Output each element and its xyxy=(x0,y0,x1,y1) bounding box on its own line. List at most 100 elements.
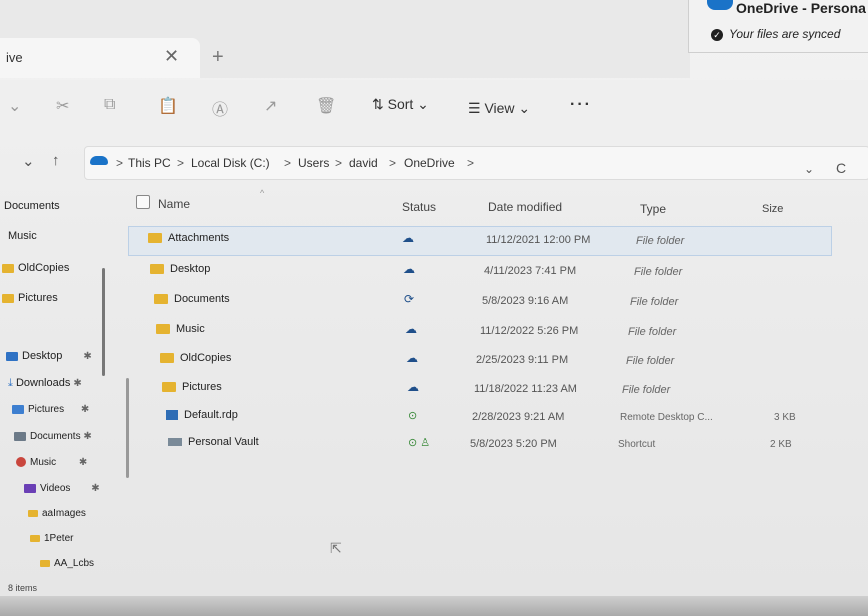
pin-icon: ✱ xyxy=(78,457,88,468)
nav-item-music[interactable]: Music xyxy=(8,230,37,242)
file-type: Remote Desktop C... xyxy=(620,412,713,423)
column-header-date[interactable]: Date modified xyxy=(488,200,562,214)
file-name[interactable]: OldCopies xyxy=(160,352,231,364)
breadcrumb-david[interactable]: david xyxy=(349,156,378,170)
cut-icon[interactable]: ✂ xyxy=(56,96,69,116)
nav-item-oldcopies[interactable]: OldCopies xyxy=(2,262,69,274)
up-arrow-icon[interactable]: ↑ xyxy=(52,152,60,169)
nav-item-label: Pictures xyxy=(28,404,65,415)
breadcrumb-users[interactable]: Users xyxy=(298,156,329,170)
new-dropdown-icon[interactable]: ⌄ xyxy=(8,96,21,116)
music-icon xyxy=(16,457,26,468)
documents-icon xyxy=(14,431,26,441)
breadcrumb-onedrive[interactable]: OneDrive xyxy=(404,156,455,170)
address-dropdown-icon[interactable]: ⌄ xyxy=(804,162,814,176)
mouse-cursor-icon: ⇱ xyxy=(330,540,342,556)
breadcrumb-separator: > xyxy=(335,156,343,170)
file-date: 2/28/2023 9:21 AM xyxy=(472,411,565,423)
cloud-status-icon: ☁ xyxy=(405,322,417,336)
column-header-status[interactable]: Status xyxy=(402,200,436,214)
cloud-status-icon: ☁ xyxy=(407,380,419,394)
nav-folder-aaimages[interactable]: aaImages xyxy=(28,508,86,519)
quick-access-videos[interactable]: Videos ✱ xyxy=(24,483,100,494)
column-header-name[interactable]: Name xyxy=(158,197,190,211)
file-name[interactable]: Personal Vault xyxy=(168,436,259,448)
tab-onedrive[interactable]: ive ✕ xyxy=(0,38,200,78)
folder-icon xyxy=(160,353,174,364)
folder-icon xyxy=(162,382,176,393)
copy-icon[interactable]: ⧉ xyxy=(104,96,115,114)
more-options-button[interactable]: ··· xyxy=(570,96,592,114)
file-type: File folder xyxy=(636,235,685,247)
select-all-checkbox[interactable] xyxy=(136,195,150,209)
quick-access-downloads[interactable]: ⤓ Downloads ✱ xyxy=(8,377,82,390)
breadcrumb-local-disk[interactable]: Local Disk (C:) xyxy=(191,156,270,170)
breadcrumb-this-pc[interactable]: This PC xyxy=(128,156,171,170)
nav-scrollbar[interactable] xyxy=(102,268,105,376)
nav-folder-1peter[interactable]: 1Peter xyxy=(30,533,73,544)
flyout-title: OneDrive - Persona xyxy=(736,0,866,16)
pin-icon: ✱ xyxy=(73,378,82,389)
cloud-status-icon: ☁ xyxy=(402,231,414,245)
file-name[interactable]: Documents xyxy=(154,293,230,305)
file-name[interactable]: Attachments xyxy=(148,232,229,244)
view-button[interactable]: ☰ View ⌄ xyxy=(468,100,530,117)
file-name-text: Attachments xyxy=(168,232,230,244)
folder-icon xyxy=(156,324,170,335)
refresh-icon[interactable]: C xyxy=(836,160,846,176)
column-header-size[interactable]: Size xyxy=(762,203,783,215)
folder-icon xyxy=(30,534,40,542)
file-date: 2/25/2023 9:11 PM xyxy=(476,354,569,366)
file-name-text: Pictures xyxy=(182,381,222,393)
vault-icon xyxy=(168,438,182,447)
nav-item-label: 1Peter xyxy=(44,533,74,544)
file-name[interactable]: Default.rdp xyxy=(166,409,238,421)
onedrive-location-icon xyxy=(90,156,108,165)
recent-locations-icon[interactable]: ⌄ xyxy=(22,152,35,170)
nav-item-pictures[interactable]: Pictures xyxy=(2,292,58,304)
nav-item-label: Pictures xyxy=(18,292,58,304)
new-tab-icon[interactable]: + xyxy=(212,46,224,69)
folder-icon xyxy=(154,294,168,305)
file-date: 11/12/2022 5:26 PM xyxy=(480,325,579,337)
breadcrumb-separator: > xyxy=(177,156,185,170)
nav-item-label: OldCopies xyxy=(18,262,70,274)
share-icon[interactable]: ↗ xyxy=(264,96,277,116)
pin-icon: ✱ xyxy=(80,404,90,415)
rename-icon[interactable]: Ⓐ xyxy=(212,96,228,120)
pin-icon: ✱ xyxy=(83,431,92,442)
file-type: File folder xyxy=(634,266,683,278)
file-name-text: OldCopies xyxy=(180,352,232,364)
sort-button[interactable]: ⇅ Sort ⌄ xyxy=(372,96,429,113)
breadcrumb-separator: > xyxy=(389,156,397,170)
folder-icon xyxy=(28,509,38,517)
bezel xyxy=(0,596,868,616)
quick-access-desktop[interactable]: Desktop ✱ xyxy=(6,350,92,362)
file-name[interactable]: Desktop xyxy=(150,263,210,275)
file-name[interactable]: Music xyxy=(156,323,205,335)
quick-access-documents[interactable]: Documents ✱ xyxy=(14,431,92,442)
paste-icon[interactable]: 📋 xyxy=(158,96,178,116)
quick-access-pictures[interactable]: Pictures ✱ xyxy=(12,404,89,415)
folder-icon xyxy=(2,263,14,273)
folder-icon xyxy=(148,233,162,244)
folder-icon xyxy=(40,559,50,567)
close-tab-icon[interactable]: ✕ xyxy=(164,46,179,67)
delete-icon[interactable]: 🗑 xyxy=(316,96,336,116)
file-size: 2 KB xyxy=(770,439,792,450)
file-name[interactable]: Pictures xyxy=(162,381,222,393)
download-icon: ⤓ xyxy=(8,377,13,389)
file-type: File folder xyxy=(626,355,675,367)
tab-label: ive xyxy=(6,50,23,65)
file-name-text: Music xyxy=(176,323,205,335)
nav-folder-aa-lcbs[interactable]: AA_Lcbs xyxy=(40,558,94,569)
file-date: 5/8/2023 9:16 AM xyxy=(482,295,569,307)
file-size: 3 KB xyxy=(774,412,796,423)
nav-scrollbar-lower[interactable] xyxy=(126,378,129,478)
file-date: 11/12/2021 12:00 PM xyxy=(486,234,591,246)
column-header-type[interactable]: Type xyxy=(640,202,666,216)
quick-access-music[interactable]: Music ✱ xyxy=(16,457,87,468)
file-date: 11/18/2022 11:23 AM xyxy=(474,383,577,395)
nav-item-documents[interactable]: Documents xyxy=(4,200,60,212)
item-count: 8 items xyxy=(8,583,38,593)
